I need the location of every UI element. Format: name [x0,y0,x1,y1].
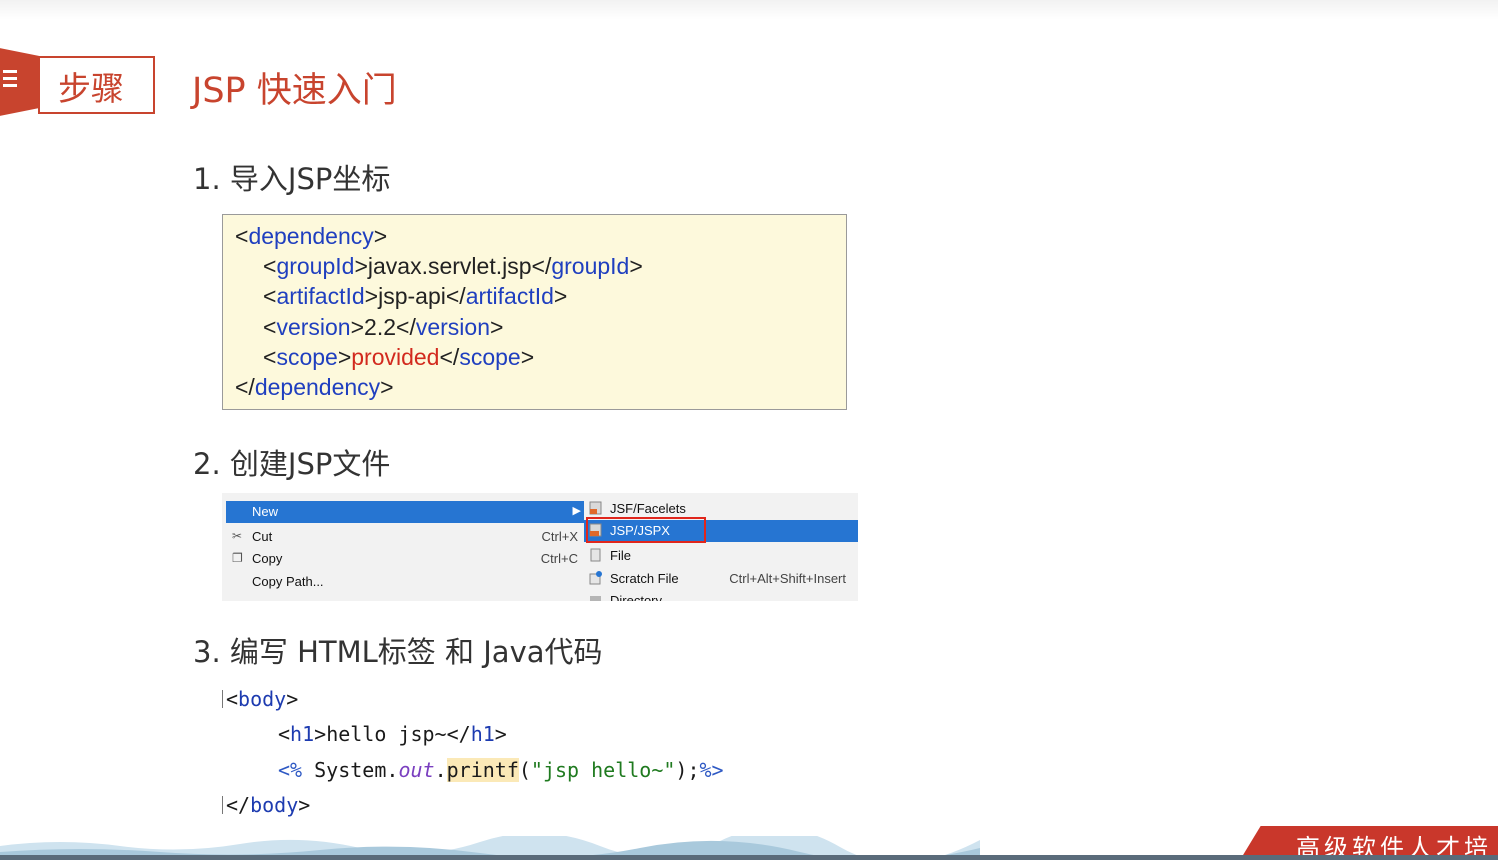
code-gutter-mark [222,796,223,814]
context-menu-screenshot: New ▶ ✂ Cut Ctrl+X ❐ Copy Ctrl+C Copy Pa… [222,493,858,601]
submenu-item-file[interactable]: File [584,545,858,567]
page-title: JSP 快速入门 [192,71,397,111]
step-2-heading: 2. 创建JSP文件 [193,447,391,481]
jsf-file-icon [589,501,602,515]
context-menu: New ▶ ✂ Cut Ctrl+X ❐ Copy Ctrl+C Copy Pa… [226,495,585,601]
file-icon [590,548,601,562]
code-line-body-open: <body> [226,687,299,711]
xml-line-scope: <scope>provided</scope> [263,344,535,370]
document-icon [0,66,22,96]
xml-line-version: <version>2.2</version> [263,314,504,340]
bottom-bar [0,855,1498,860]
xml-code-box: <dependency> <groupId>javax.servlet.jsp<… [222,214,847,410]
submenu-item-scratch-file[interactable]: Scratch File Ctrl+Alt+Shift+Insert [584,568,858,590]
copy-icon: ❐ [232,551,243,565]
scratch-file-icon [589,571,602,585]
xml-line-dependency-close: </dependency> [235,374,394,400]
section-tag: 步骤 [58,69,124,108]
new-submenu: JSF/Facelets JSP/JSPX File Scratch File … [584,495,858,601]
step-3-heading: 3. 编写 HTML标签 和 Java代码 [193,635,603,669]
folder-icon [590,596,601,601]
submenu-arrow-icon: ▶ [572,505,581,517]
menu-item-new[interactable]: New ▶ [226,501,584,523]
top-shade [0,0,1498,20]
code-line-h1: <h1>hello jsp~</h1> [278,722,507,746]
submenu-item-directory[interactable]: Directory [584,590,858,601]
menu-item-copy[interactable]: ❐ Copy Ctrl+C [226,548,584,570]
xml-line-dependency-open: <dependency> [235,223,388,249]
menu-item-cut[interactable]: ✂ Cut Ctrl+X [226,526,584,548]
scissors-icon: ✂ [232,529,243,543]
xml-line-groupId: <groupId>javax.servlet.jsp</groupId> [263,253,643,279]
step-1-heading: 1. 导入JSP坐标 [193,162,391,196]
code-gutter-mark [222,690,223,708]
menu-item-copy-path[interactable]: Copy Path... [226,571,584,593]
xml-line-artifactId: <artifactId>jsp-api</artifactId> [263,283,568,309]
code-line-body-close: </body> [226,793,311,817]
code-line-scriptlet: <% System.out.printf("jsp hello~");%> [278,758,724,782]
jsp-highlight-box [586,517,706,543]
